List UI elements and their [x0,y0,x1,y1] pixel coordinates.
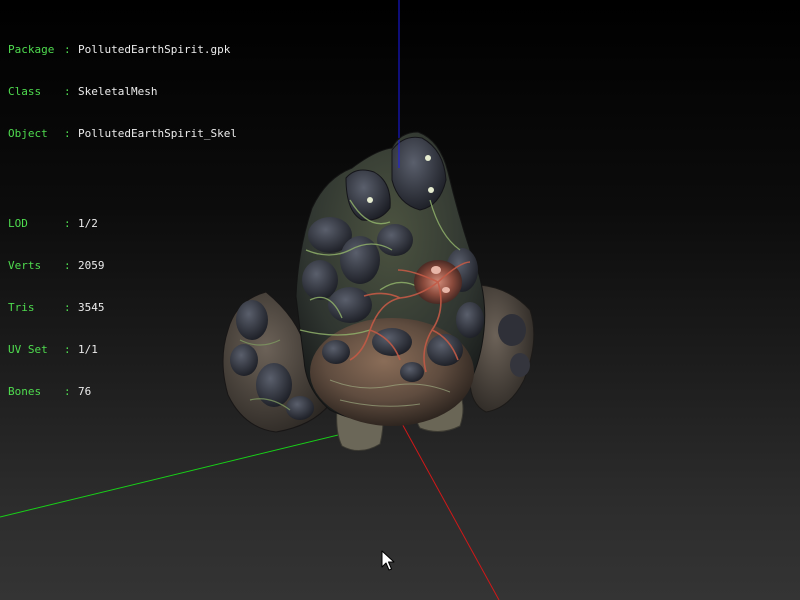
info-label: Verts [8,259,42,272]
info-separator: : [64,259,71,272]
info-label: Class [8,85,42,98]
info-value: 3545 [78,301,105,314]
info-separator: : [64,343,71,356]
info-value: 2059 [78,259,105,272]
info-value: SkeletalMesh [78,85,158,98]
info-label: LOD [8,217,28,230]
axis-x-line [399,419,500,600]
info-separator: : [64,217,71,230]
info-row-object: Object: PollutedEarthSpirit_Skel [8,127,237,141]
info-value: 76 [78,385,92,398]
arrow-pointer-icon [381,550,395,571]
info-separator: : [64,127,71,140]
info-row-uv-set: UV Set:1/1 [8,343,237,357]
info-row-lod: LOD:1/2 [8,217,237,231]
info-row-package: Package: PollutedEarthSpirit.gpk [8,43,237,57]
info-value: 1/1 [78,343,98,356]
info-separator: : [64,385,71,398]
info-separator: : [64,85,71,98]
info-label: Tris [8,301,35,314]
info-label: Bones [8,385,42,398]
info-row-tris: Tris:3545 [8,301,237,315]
info-row-bones: Bones:76 [8,385,237,399]
mesh-info-overlay: Package: PollutedEarthSpirit.gpk Class: Sk… [8,15,237,427]
info-row-verts: Verts:2059 [8,259,237,273]
info-label: Package [8,43,55,56]
info-value: PollutedEarthSpirit.gpk [78,43,231,56]
skeletal-mesh-model[interactable] [222,131,535,451]
3d-viewport[interactable]: Package: PollutedEarthSpirit.gpk Class: Sk… [0,0,800,600]
info-label: Object [8,127,48,140]
info-value: PollutedEarthSpirit_Skel [78,127,237,140]
info-value: 1/2 [78,217,98,230]
info-row-class: Class: SkeletalMesh [8,85,237,99]
info-separator: : [64,43,71,56]
info-separator: : [64,301,71,314]
info-label: UV Set [8,343,48,356]
